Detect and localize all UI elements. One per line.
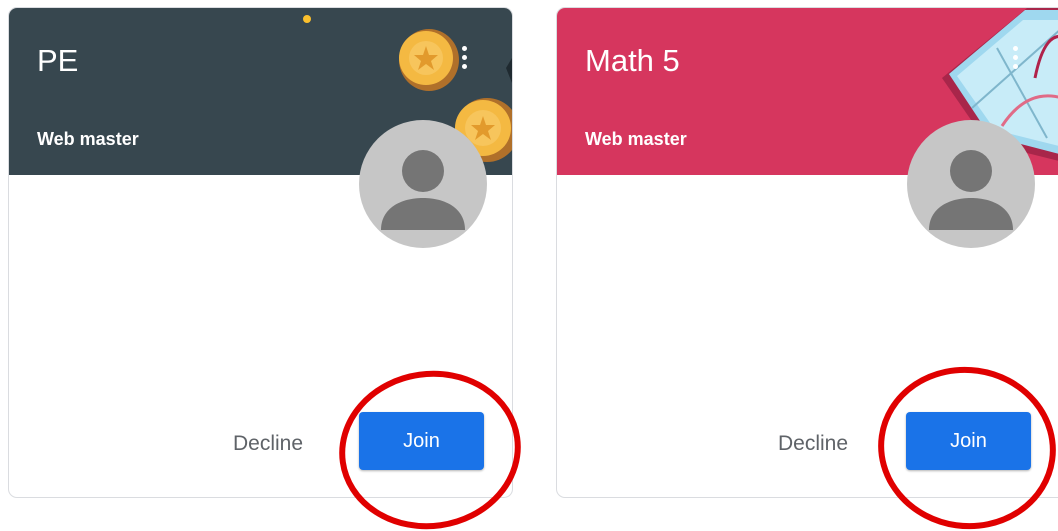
teacher-name: Web master bbox=[37, 129, 139, 149]
class-card-math-5[interactable]: Math 5 Web master Decline Join bbox=[556, 7, 1058, 498]
more-vert-icon[interactable] bbox=[458, 46, 470, 76]
join-button[interactable]: Join bbox=[906, 412, 1031, 470]
default-avatar-icon bbox=[907, 120, 1035, 248]
more-vert-icon[interactable] bbox=[1009, 46, 1021, 76]
decline-button[interactable]: Decline bbox=[770, 428, 856, 460]
default-avatar-icon bbox=[359, 120, 487, 248]
decline-button[interactable]: Decline bbox=[225, 428, 311, 460]
join-button[interactable]: Join bbox=[359, 412, 484, 470]
class-title[interactable]: Math 5 bbox=[585, 45, 680, 76]
teacher-name: Web master bbox=[585, 129, 687, 149]
class-title[interactable]: PE bbox=[37, 45, 78, 76]
class-invitations: PE Web master Decline Join Math 5 Web ma… bbox=[0, 0, 1058, 531]
class-card-pe[interactable]: PE Web master Decline Join bbox=[8, 7, 513, 498]
